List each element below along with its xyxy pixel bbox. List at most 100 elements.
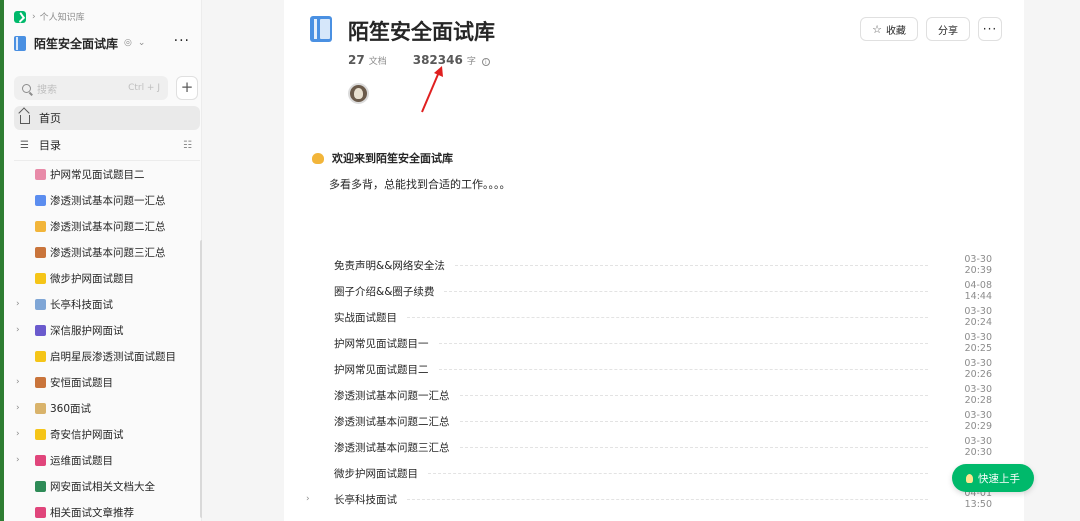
chevron-right-icon[interactable]: › xyxy=(306,494,310,504)
tree-item-label: 相关面试文章推荐 xyxy=(50,506,134,519)
doc-date: 03-30 20:28 xyxy=(964,384,992,406)
share-button[interactable]: 分享 xyxy=(926,17,970,41)
background-right xyxy=(1024,0,1080,521)
tree-item[interactable]: › 安恒面试题目 xyxy=(8,369,198,395)
tree-item[interactable]: 护网常见面试题目二 xyxy=(8,161,198,187)
doc-emoji-icon xyxy=(35,402,46,414)
doc-row[interactable]: 护网常见面试题目一 03-30 20:25 xyxy=(320,330,992,356)
tree-item[interactable]: 微步护网面试题目 xyxy=(8,265,198,291)
tree-item-label: 网安面试相关文档大全 xyxy=(50,480,155,493)
more-options-button[interactable]: ··· xyxy=(174,33,190,49)
breadcrumb-label: 个人知识库 xyxy=(39,13,85,23)
nav-toc-label: 目录 xyxy=(39,139,61,152)
chevron-right-icon[interactable]: › xyxy=(16,299,20,309)
doc-date: 03-30 20:39 xyxy=(964,254,992,276)
chevron-right-icon[interactable]: › xyxy=(16,325,20,335)
doc-emoji-icon xyxy=(35,298,46,310)
doc-emoji-icon xyxy=(35,220,46,232)
welcome-heading: 欢迎来到陌笙安全面试库 xyxy=(312,150,453,166)
dotted-leader xyxy=(407,316,928,318)
doc-date: 03-30 20:26 xyxy=(964,358,992,380)
chevron-right-icon[interactable]: › xyxy=(16,455,20,465)
doc-row[interactable]: 渗透测试基本问题一汇总 03-30 20:28 xyxy=(320,382,992,408)
search-input[interactable]: 搜索 Ctrl + J xyxy=(14,76,168,100)
doc-row[interactable]: 护网常见面试题目二 03-30 20:26 xyxy=(320,356,992,382)
search-icon xyxy=(22,83,31,93)
tree-item[interactable]: › 运维面试题目 xyxy=(8,447,198,473)
doc-date: 03-30 20:24 xyxy=(964,306,992,328)
doc-title[interactable]: 护网常见面试题目二 xyxy=(320,362,429,377)
tree-item[interactable]: 启明星辰渗透测试面试题目 xyxy=(8,343,198,369)
doc-row[interactable]: 渗透测试基本问题三汇总 03-30 20:30 xyxy=(320,434,992,460)
tree-item-label: 渗透测试基本问题三汇总 xyxy=(50,246,166,259)
dotted-leader xyxy=(438,368,928,370)
tree-item-label: 微步护网面试题目 xyxy=(50,272,134,285)
doc-title[interactable]: 微步护网面试题目 xyxy=(320,466,418,481)
kb-name: 陌笙安全面试库 xyxy=(34,36,119,51)
tree-item[interactable]: 渗透测试基本问题二汇总 xyxy=(8,213,198,239)
tree-item-label: 奇安信护网面试 xyxy=(50,428,124,441)
tree-item[interactable]: › 长亭科技面试 xyxy=(8,291,198,317)
doc-date: 03-30 20:29 xyxy=(964,410,992,432)
doc-title[interactable]: 实战面试题目 xyxy=(320,310,397,325)
doc-date: 03-30 20:30 xyxy=(964,436,992,458)
tree-item[interactable]: › 360面试 xyxy=(8,395,198,421)
tree-item[interactable]: › 奇安信护网面试 xyxy=(8,421,198,447)
dotted-leader xyxy=(454,264,928,266)
more-button[interactable]: ··· xyxy=(978,17,1002,41)
quick-start-button[interactable]: 快速上手 xyxy=(952,464,1034,492)
doc-title[interactable]: 渗透测试基本问题二汇总 xyxy=(320,414,450,429)
home-icon xyxy=(20,115,30,124)
doc-emoji-icon xyxy=(35,506,46,518)
dotted-leader xyxy=(459,420,928,422)
doc-list: 免责声明&&网络安全法 03-30 20:39 圈子介绍&&圈子续费 04-08 14… xyxy=(306,252,992,512)
tree-item-label: 安恒面试题目 xyxy=(50,376,113,389)
toc-icon: ☰ xyxy=(20,139,29,151)
tree-item[interactable]: › 深信服护网面试 xyxy=(8,317,198,343)
doc-emoji-icon xyxy=(35,480,46,492)
avatar[interactable] xyxy=(348,83,369,104)
docs-count: 27 xyxy=(348,53,365,67)
doc-emoji-icon xyxy=(35,454,46,466)
collect-button[interactable]: ☆ 收藏 xyxy=(860,17,918,41)
kb-switcher[interactable]: 陌笙安全面试库 ◎ ⌄ ··· xyxy=(14,33,194,53)
doc-title[interactable]: 长亭科技面试 xyxy=(320,492,397,507)
tree-item[interactable]: 网安面试相关文档大全 xyxy=(8,473,198,499)
tree-item[interactable]: 渗透测试基本问题三汇总 xyxy=(8,239,198,265)
info-icon[interactable]: i xyxy=(481,58,490,66)
doc-title[interactable]: 免责声明&&网络安全法 xyxy=(320,258,445,273)
star-icon: ☆ xyxy=(872,22,882,36)
sidebar: › 个人知识库 陌笙安全面试库 ◎ ⌄ ··· 搜索 Ctrl + J + 首页… xyxy=(4,0,204,521)
kb-book-icon xyxy=(310,16,332,42)
doc-row[interactable]: › 长亭科技面试 04-01 13:50 xyxy=(306,486,992,512)
doc-emoji-icon xyxy=(35,324,46,336)
chevron-right-icon[interactable]: › xyxy=(16,377,20,387)
doc-row[interactable]: 实战面试题目 03-30 20:24 xyxy=(320,304,992,330)
doc-row[interactable]: 渗透测试基本问题二汇总 03-30 20:29 xyxy=(320,408,992,434)
background-left xyxy=(202,0,284,521)
nav-toc[interactable]: ☰ 目录 ☷ xyxy=(14,133,200,157)
chevron-down-icon[interactable]: ⌄ xyxy=(138,38,146,48)
nav-home[interactable]: 首页 xyxy=(14,106,200,130)
doc-row[interactable]: 微步护网面试题目03-3 xyxy=(320,460,992,486)
doc-row[interactable]: 免责声明&&网络安全法 03-30 20:39 xyxy=(320,252,992,278)
dotted-leader xyxy=(407,498,928,500)
tree-item-label: 深信服护网面试 xyxy=(50,324,124,337)
chevron-right-icon[interactable]: › xyxy=(16,403,20,413)
doc-title[interactable]: 护网常见面试题目一 xyxy=(320,336,429,351)
doc-row[interactable]: 圈子介绍&&圈子续费 04-08 14:44 xyxy=(320,278,992,304)
chevron-right-icon[interactable]: › xyxy=(16,429,20,439)
tree-item[interactable]: 相关面试文章推荐 xyxy=(8,499,198,521)
doc-title[interactable]: 渗透测试基本问题一汇总 xyxy=(320,388,450,403)
doc-title[interactable]: 渗透测试基本问题三汇总 xyxy=(320,440,450,455)
add-button[interactable]: + xyxy=(176,76,198,100)
toc-collapse-icon[interactable]: ☷ xyxy=(183,140,192,151)
doc-date: 04-08 14:44 xyxy=(964,280,992,302)
doc-title[interactable]: 圈子介绍&&圈子续费 xyxy=(320,284,434,299)
dotted-leader xyxy=(428,472,928,474)
breadcrumb[interactable]: › 个人知识库 xyxy=(14,10,85,23)
docs-unit: 文档 xyxy=(368,57,387,67)
doc-emoji-icon xyxy=(35,246,46,258)
tree-item[interactable]: 渗透测试基本问题一汇总 xyxy=(8,187,198,213)
words-unit: 字 xyxy=(466,57,476,67)
